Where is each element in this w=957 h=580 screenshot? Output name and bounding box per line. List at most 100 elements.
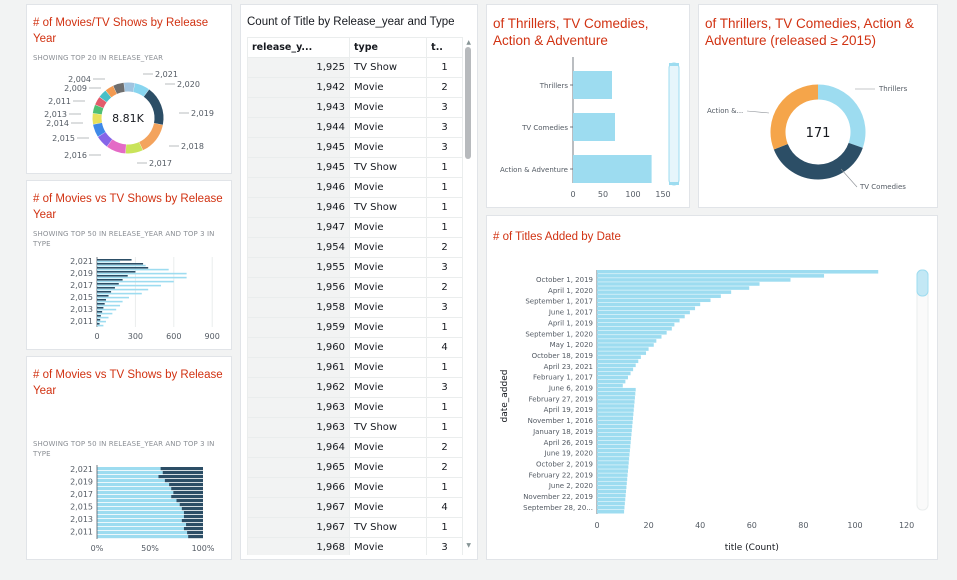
table-row[interactable]: 1,945 Movie 3 xyxy=(247,137,463,158)
table-row[interactable]: 1,964 Movie 2 xyxy=(247,437,463,458)
table-row[interactable]: 1,942 Movie 2 xyxy=(247,77,463,98)
bar-tv-share xyxy=(164,479,203,483)
table-row[interactable]: 1,946 Movie 1 xyxy=(247,177,463,198)
table-row[interactable]: 1,967 TV Show 1 xyxy=(247,517,463,538)
table-row[interactable]: 1,965 Movie 2 xyxy=(247,457,463,478)
y-tick-label: September 1, 2017 xyxy=(525,298,593,306)
y-tick-label: November 22, 2019 xyxy=(523,493,593,501)
donut-label: 2,011 xyxy=(48,97,71,106)
table-row[interactable]: 1,966 Movie 1 xyxy=(247,477,463,498)
table-row[interactable]: 1,962 Movie 3 xyxy=(247,377,463,398)
bar-date xyxy=(597,465,629,469)
table-scrollbar[interactable] xyxy=(465,47,471,159)
table-row[interactable]: 1,963 TV Show 1 xyxy=(247,417,463,438)
bar-date xyxy=(597,416,633,420)
range-handle-bottom xyxy=(669,182,679,185)
column-header-count[interactable]: t.. xyxy=(426,37,463,58)
bar-movie xyxy=(97,304,121,307)
donut-label-thrillers: Thrillers xyxy=(878,85,908,93)
bar-tv-share xyxy=(176,499,203,503)
table-row[interactable]: 1,959 Movie 1 xyxy=(247,317,463,338)
table-row[interactable]: 1,967 Movie 4 xyxy=(247,497,463,518)
bar-date xyxy=(597,371,631,376)
scroll-down-arrow[interactable]: ▼ xyxy=(466,542,471,549)
table-row[interactable]: 1,961 Movie 1 xyxy=(247,357,463,378)
donut-segment xyxy=(113,82,125,94)
bar-tv-show xyxy=(97,271,136,273)
x-tick-label: 0% xyxy=(91,544,104,553)
bar-tv-share xyxy=(171,495,203,499)
cell-count: 1 xyxy=(426,57,463,78)
bar-date xyxy=(597,392,636,396)
cell-type: Movie xyxy=(348,357,428,378)
y-tick-label: 2,013 xyxy=(70,305,93,314)
bar-tv-show xyxy=(97,275,128,277)
y-tick-label: 2,021 xyxy=(70,465,93,474)
cell-type: TV Show xyxy=(348,157,428,178)
x-tick-label: 900 xyxy=(205,332,220,341)
cell-count: 1 xyxy=(426,397,463,418)
stacked-bar-chart[interactable]: 2,021 2,019 2,017 2,015 2,013 2,011 0% 50% 100% xyxy=(27,463,233,555)
genre-bar-chart[interactable]: Thrillers TV Comedies Action & Adventure 0 5… xyxy=(487,57,691,207)
bar-movie-share xyxy=(97,499,177,503)
bar-movie xyxy=(97,320,106,323)
bar-tv-share xyxy=(183,511,203,515)
bar-date xyxy=(597,432,632,437)
bar-date xyxy=(597,448,630,453)
cell-release-year: 1,965 xyxy=(247,457,350,478)
table-title: Count of Title by Release_year and Type xyxy=(247,16,455,28)
x-tick-label: 0 xyxy=(570,190,575,199)
table-row[interactable]: 1,943 Movie 3 xyxy=(247,97,463,118)
bar-movie-share xyxy=(97,503,180,507)
table-row[interactable]: 1,925 TV Show 1 xyxy=(247,57,463,78)
y-tick-label: October 18, 2019 xyxy=(532,352,593,360)
cell-type: Movie xyxy=(348,317,428,338)
bar-movie xyxy=(97,312,113,315)
titles-added-bar-chart[interactable]: October 1, 2019 April 1, 2020 September 1,… xyxy=(487,256,939,556)
y-tick-label: September 28, 20... xyxy=(523,504,593,512)
scroll-up-arrow[interactable]: ▲ xyxy=(466,39,471,46)
x-tick-label: 80 xyxy=(798,521,808,530)
donut-center-value: 8.81K xyxy=(112,112,144,125)
x-tick-label: 40 xyxy=(695,521,705,530)
table-row[interactable]: 1,968 Movie 3 xyxy=(247,537,463,555)
donut-chart[interactable]: 8.81K 2,0042,009 2,011 2,0132,014 2,015 2,01… xyxy=(27,65,233,175)
bar-movie-share xyxy=(97,475,159,479)
cell-release-year: 1,945 xyxy=(247,137,350,158)
table-row[interactable]: 1,960 Movie 4 xyxy=(247,337,463,358)
column-header-type[interactable]: type xyxy=(348,37,428,58)
bar-date xyxy=(597,310,690,315)
bar-movie xyxy=(97,316,109,319)
table-row[interactable]: 1,963 Movie 1 xyxy=(247,397,463,418)
grouped-bar-chart[interactable]: 2,021 2,019 2,017 2,015 2,013 2,0110 300 600 900 xyxy=(27,253,233,353)
bar-movie-share xyxy=(97,479,165,483)
visual-subtitle: SHOWING TOP 50 IN RELEASE_YEAR AND TOP 3… xyxy=(33,230,215,248)
table-row[interactable]: 1,945 TV Show 1 xyxy=(247,157,463,178)
y-tick-label: February 27, 2019 xyxy=(529,395,593,403)
table-row[interactable]: 1,954 Movie 2 xyxy=(247,237,463,258)
x-tick-label: 100 xyxy=(847,521,862,530)
bar-tv-share xyxy=(162,471,203,475)
bar-date xyxy=(597,367,634,372)
leader-line xyxy=(746,110,770,114)
table-row[interactable]: 1,944 Movie 3 xyxy=(247,117,463,138)
bar-movie-share xyxy=(97,515,184,519)
genre-donut-chart[interactable]: 171 Thrillers Action &... TV Comedies xyxy=(699,57,939,207)
bar-date xyxy=(597,469,628,473)
donut-segment xyxy=(773,142,863,180)
bar-tv-share xyxy=(188,535,203,539)
cell-release-year: 1,942 xyxy=(247,77,350,98)
table-row[interactable]: 1,947 Movie 1 xyxy=(247,217,463,238)
table-row[interactable]: 1,956 Movie 2 xyxy=(247,277,463,298)
cell-release-year: 1,946 xyxy=(247,177,350,198)
y-tick-label: June 2, 2020 xyxy=(548,482,593,490)
range-slider xyxy=(668,62,680,186)
table-row[interactable]: 1,955 Movie 3 xyxy=(247,257,463,278)
visual-title: of Thrillers, TV Comedies, Action & Adve… xyxy=(705,16,914,48)
table-row[interactable]: 1,946 TV Show 1 xyxy=(247,197,463,218)
donut-segment xyxy=(123,82,135,93)
column-header-release-year[interactable]: release_y... xyxy=(247,37,350,58)
bar-tv-share xyxy=(169,483,203,487)
table-row[interactable]: 1,958 Movie 3 xyxy=(247,297,463,318)
donut-segment xyxy=(93,122,106,137)
